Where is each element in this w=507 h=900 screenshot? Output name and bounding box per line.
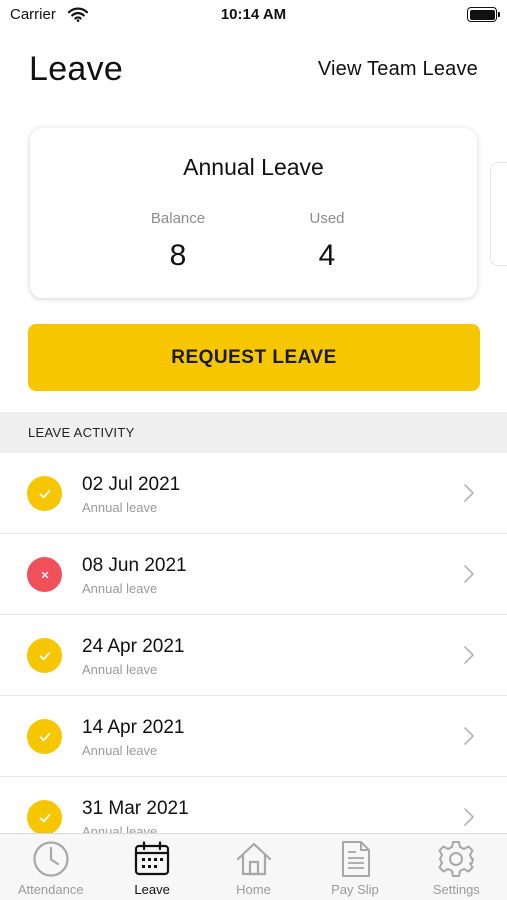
balance-stat: Balance 8 [128,210,228,273]
tab-pay-slip[interactable]: Pay Slip [304,834,405,900]
gear-icon [437,840,475,883]
leave-date: 14 Apr 2021 [82,717,185,738]
check-icon [27,638,62,673]
chevron-right-icon [463,807,475,832]
tab-attendance[interactable]: Attendance [0,834,101,900]
chevron-right-icon [463,483,475,508]
tab-label: Pay Slip [331,882,379,897]
tab-bar: Attendance Leave Home Pay Slip Settings [0,833,507,900]
leave-type: Annual leave [82,824,158,833]
next-leave-card[interactable] [490,162,507,266]
check-icon [27,719,62,754]
status-bar: Carrier 10:14 AM [0,0,507,30]
tab-label: Leave [134,882,170,897]
annual-leave-card: Annual Leave Balance 8 Used 4 [30,128,477,298]
leave-date: 24 Apr 2021 [82,636,185,657]
leave-type: Annual leave [82,581,158,596]
payslip-icon [336,840,374,883]
balance-value: 8 [169,239,187,272]
leave-type: Annual leave [82,662,158,677]
list-item[interactable]: 31 Mar 2021 Annual leave [0,777,507,833]
list-item[interactable]: 14 Apr 2021 Annual leave [0,696,507,777]
leave-date: 08 Jun 2021 [82,555,187,576]
card-title: Annual Leave [183,154,324,180]
leave-type: Annual leave [82,743,158,758]
tab-home[interactable]: Home [203,834,304,900]
tab-leave[interactable]: Leave [101,834,202,900]
battery-icon [467,7,500,22]
view-team-leave-link[interactable]: View Team Leave [318,58,478,81]
chevron-right-icon [463,726,475,751]
check-icon [27,800,62,833]
request-leave-button[interactable]: REQUEST LEAVE [28,324,480,391]
chevron-right-icon [463,645,475,670]
list-item[interactable]: 08 Jun 2021 Annual leave [0,534,507,615]
leave-date: 31 Mar 2021 [82,798,189,819]
clock-icon [32,840,70,883]
calendar-icon [133,840,171,883]
chevron-right-icon [463,564,475,589]
tab-settings[interactable]: Settings [406,834,507,900]
leave-activity-header: LEAVE ACTIVITY [0,412,507,453]
tab-label: Settings [432,882,480,897]
balance-label: Balance [150,210,206,227]
used-value: 4 [318,239,336,272]
used-stat: Used 4 [277,210,377,273]
close-icon [27,557,62,592]
clock-time: 10:14 AM [220,6,287,23]
page-title: Leave [29,50,124,88]
tab-label: Home [236,882,271,897]
home-icon [235,840,273,883]
list-item[interactable]: 02 Jul 2021 Annual leave [0,453,507,534]
leave-activity-list[interactable]: 02 Jul 2021 Annual leave 08 Jun 2021 Ann… [0,453,507,833]
check-icon [27,476,62,511]
section-title: LEAVE ACTIVITY [28,425,135,440]
leave-date: 02 Jul 2021 [82,474,181,495]
tab-label: Attendance [17,882,84,897]
leave-type: Annual leave [82,500,158,515]
used-label: Used [309,210,345,227]
list-item[interactable]: 24 Apr 2021 Annual leave [0,615,507,696]
